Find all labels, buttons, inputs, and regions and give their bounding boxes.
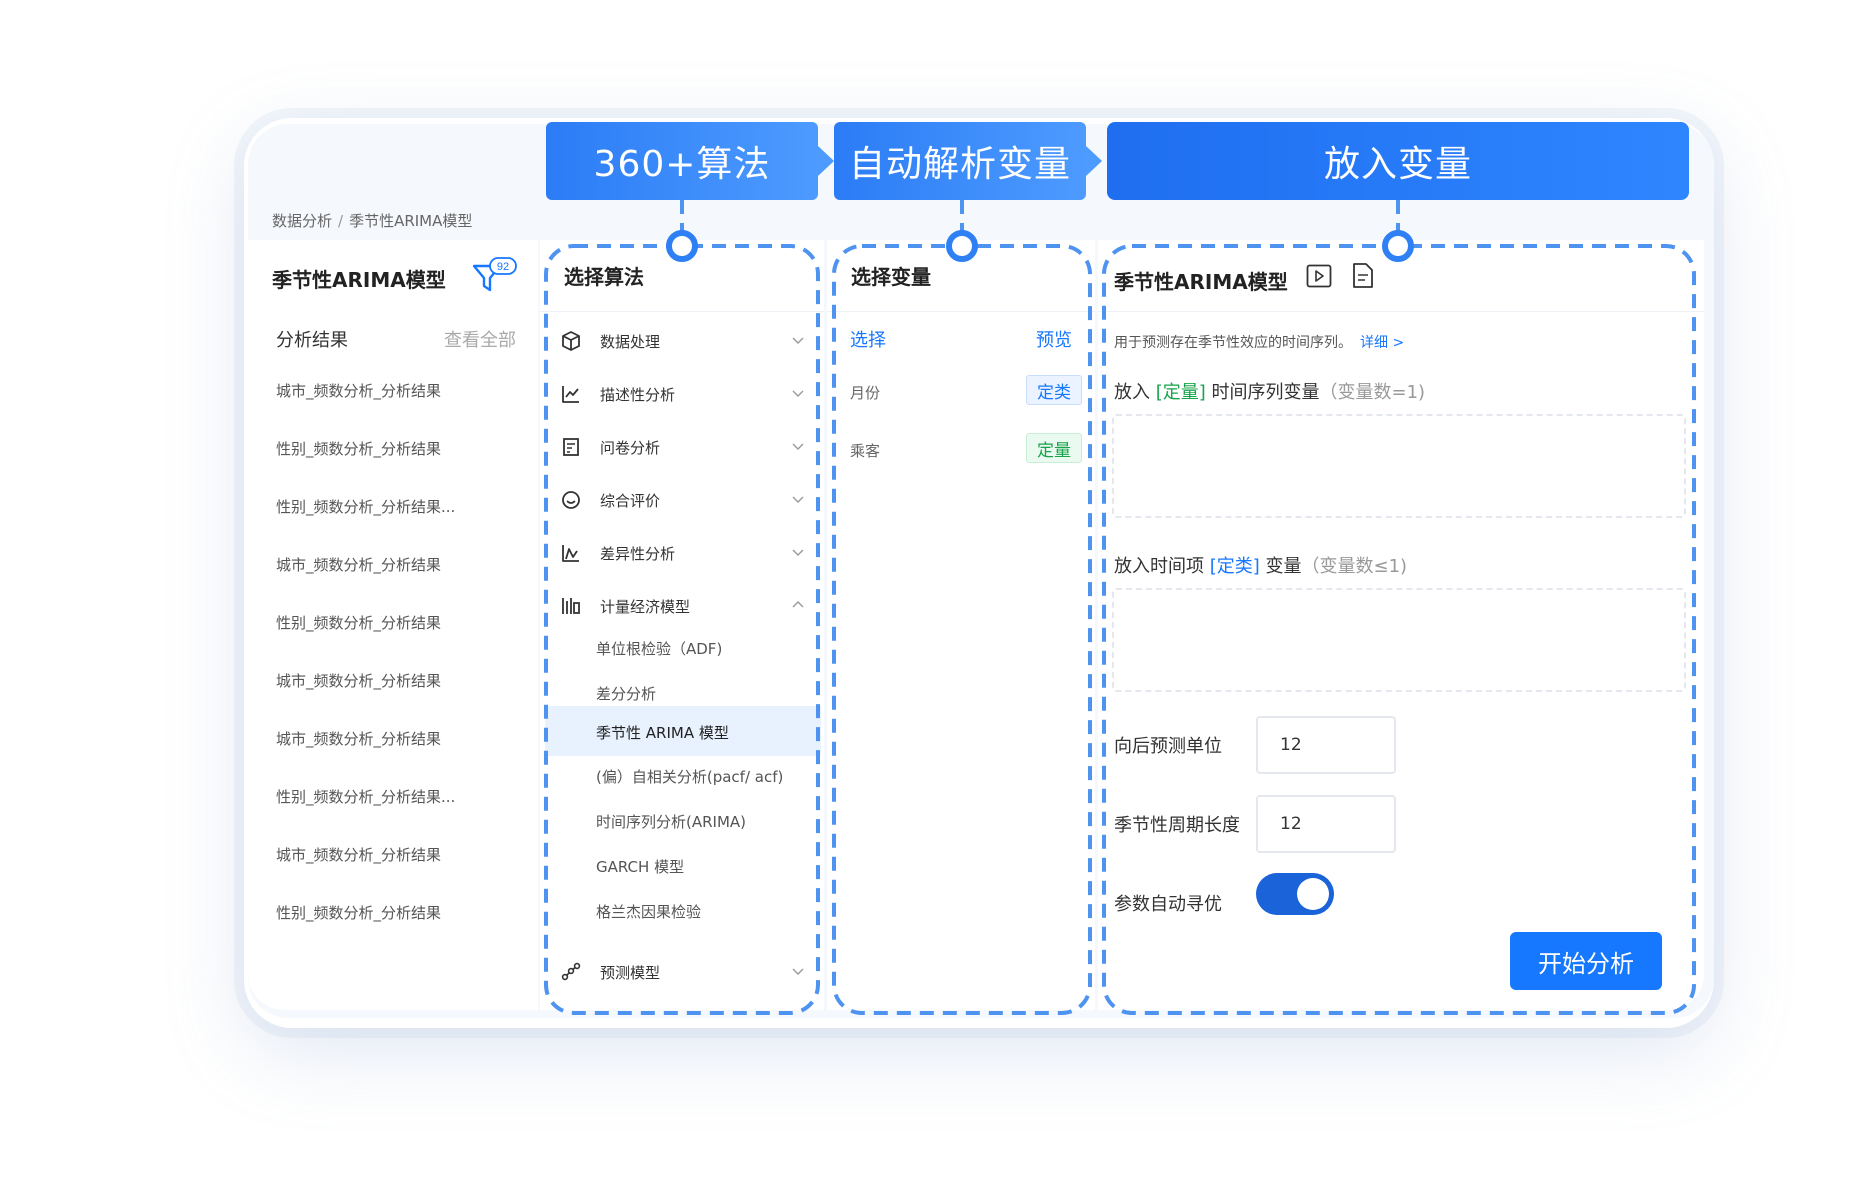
difference-icon: [562, 545, 579, 562]
variable-panel-title: 选择变量: [827, 240, 1095, 312]
auto-optimize-toggle[interactable]: [1256, 873, 1334, 915]
time-item-dropzone[interactable]: [1112, 588, 1686, 692]
banner-place-variables: 放入变量: [1107, 122, 1689, 200]
algorithm-item-arima[interactable]: 时间序列分析(ARIMA): [596, 811, 746, 832]
zone-hint: （变量数≤1): [1301, 556, 1408, 577]
algorithm-group-econometrics[interactable]: 计量经济模型: [560, 593, 810, 619]
result-item[interactable]: 性别_频数分析_分析结果...: [276, 496, 476, 554]
results-subtitle: 分析结果: [276, 330, 348, 351]
toggle-knob: [1297, 878, 1329, 910]
result-item[interactable]: 性别_频数分析_分析结果...: [276, 786, 476, 844]
result-item[interactable]: 城市_频数分析_分析结果: [276, 728, 476, 786]
auto-optimize-label: 参数自动寻优: [1114, 894, 1222, 915]
chevron-down-icon: [792, 549, 804, 556]
chevron-down-icon: [792, 496, 804, 503]
result-item[interactable]: 性别_频数分析_分析结果: [276, 438, 476, 496]
algorithm-group-data-processing[interactable]: 数据处理: [560, 328, 810, 354]
line-chart-icon: [562, 386, 579, 403]
model-description: 用于预测存在季节性效应的时间序列。 详细 >: [1114, 332, 1404, 352]
time-series-dropzone[interactable]: [1112, 414, 1686, 518]
algorithm-panel-title: 选择算法: [540, 240, 824, 312]
variable-type-tag: 定量: [1026, 433, 1082, 463]
breadcrumb-separator: /: [338, 212, 344, 230]
forecast-units-input[interactable]: 12: [1256, 716, 1396, 774]
algorithm-item-granger[interactable]: 格兰杰因果检验: [596, 901, 701, 922]
result-item[interactable]: 城市_频数分析_分析结果: [276, 554, 476, 612]
breadcrumb: 数据分析 / 季节性ARIMA模型: [272, 210, 472, 231]
econometrics-icon: [562, 598, 580, 614]
banner-auto-parse: 自动解析变量: [834, 122, 1086, 200]
filter-badge-count: 92: [497, 261, 509, 273]
select-variable-tab[interactable]: 选择: [850, 326, 886, 352]
result-item[interactable]: 城市_频数分析_分析结果: [276, 844, 476, 902]
chevron-down-icon: [792, 337, 804, 344]
algorithm-item-garch[interactable]: GARCH 模型: [596, 856, 684, 877]
algorithm-group-questionnaire[interactable]: 问卷分析: [560, 434, 810, 460]
time-item-variable-label: 放入时间项 [定类] 变量（变量数≤1): [1114, 552, 1407, 578]
variable-name[interactable]: 乘客: [850, 440, 880, 461]
zone-type-tag: [定类]: [1209, 556, 1260, 577]
algorithm-item-adf[interactable]: 单位根检验（ADF): [596, 638, 722, 659]
season-length-label: 季节性周期长度: [1114, 815, 1240, 836]
variable-panel: 选择变量: [827, 240, 1095, 1010]
filter-badge-icon[interactable]: 92: [470, 256, 518, 296]
banner-algorithms: 360+算法: [546, 122, 818, 200]
model-title: 季节性ARIMA模型: [1114, 270, 1288, 294]
zone-label: 时间序列变量: [1211, 382, 1320, 403]
model-description-text: 用于预测存在季节性效应的时间序列。: [1114, 335, 1352, 351]
algorithm-group-label: 描述性分析: [600, 385, 676, 404]
zone-prefix: 放入时间项: [1114, 556, 1204, 577]
cube-icon: [562, 331, 580, 351]
results-panel-title: 季节性ARIMA模型: [272, 268, 446, 292]
algorithm-group-forecast[interactable]: 预测模型: [560, 959, 810, 985]
breadcrumb-current: 季节性ARIMA模型: [349, 212, 473, 230]
zone-type-tag: [定量]: [1155, 382, 1206, 403]
chevron-down-icon: [792, 390, 804, 397]
algorithm-group-label: 差异性分析: [600, 544, 676, 563]
algorithm-group-label: 预测模型: [600, 963, 661, 982]
season-length-input[interactable]: 12: [1256, 795, 1396, 853]
result-item[interactable]: 城市_频数分析_分析结果: [276, 380, 476, 438]
view-all-link[interactable]: 查看全部: [444, 326, 516, 352]
results-list: 城市_频数分析_分析结果 性别_频数分析_分析结果 性别_频数分析_分析结果..…: [276, 380, 476, 960]
zone-hint: （变量数=1): [1319, 382, 1426, 403]
result-item[interactable]: 性别_频数分析_分析结果: [276, 612, 476, 670]
document-icon[interactable]: [1352, 262, 1374, 289]
algorithm-item-acf[interactable]: (偏）自相关分析(pacf/ acf): [596, 766, 783, 787]
algorithm-group-descriptive[interactable]: 描述性分析: [560, 381, 810, 407]
variable-name[interactable]: 月份: [850, 382, 880, 403]
chevron-down-icon: [792, 443, 804, 450]
algorithm-group-label: 数据处理: [600, 332, 661, 351]
scatter-icon: [561, 962, 581, 981]
zone-label: 变量: [1265, 556, 1302, 577]
time-series-variable-label: 放入 [定量] 时间序列变量（变量数=1): [1114, 378, 1425, 404]
chevron-up-icon: [792, 601, 804, 608]
algorithm-panel: 选择算法: [540, 240, 824, 1010]
result-item[interactable]: 城市_频数分析_分析结果: [276, 670, 476, 728]
chevron-down-icon: [792, 968, 804, 975]
play-video-icon[interactable]: [1306, 264, 1332, 288]
algorithm-group-difference[interactable]: 差异性分析: [560, 540, 810, 566]
variable-type-tag: 定类: [1026, 375, 1082, 405]
breadcrumb-root[interactable]: 数据分析: [272, 212, 332, 230]
algorithm-item-difference[interactable]: 差分分析: [596, 683, 656, 704]
algorithm-group-evaluation[interactable]: 综合评价: [560, 487, 810, 513]
algorithm-item-seasonal-arima[interactable]: 季节性 ARIMA 模型: [596, 722, 729, 743]
result-item[interactable]: 性别_频数分析_分析结果: [276, 902, 476, 960]
start-analysis-button[interactable]: 开始分析: [1510, 932, 1662, 990]
chat-icon: [562, 491, 580, 509]
forecast-units-label: 向后预测单位: [1114, 736, 1222, 757]
algorithm-group-label: 综合评价: [600, 491, 661, 510]
questionnaire-icon: [563, 438, 579, 456]
zone-prefix: 放入: [1114, 382, 1150, 403]
algorithm-group-label: 问卷分析: [600, 438, 661, 457]
algorithm-group-label: 计量经济模型: [600, 597, 691, 616]
detail-link[interactable]: 详细 >: [1360, 335, 1404, 351]
preview-link[interactable]: 预览: [1036, 326, 1072, 352]
